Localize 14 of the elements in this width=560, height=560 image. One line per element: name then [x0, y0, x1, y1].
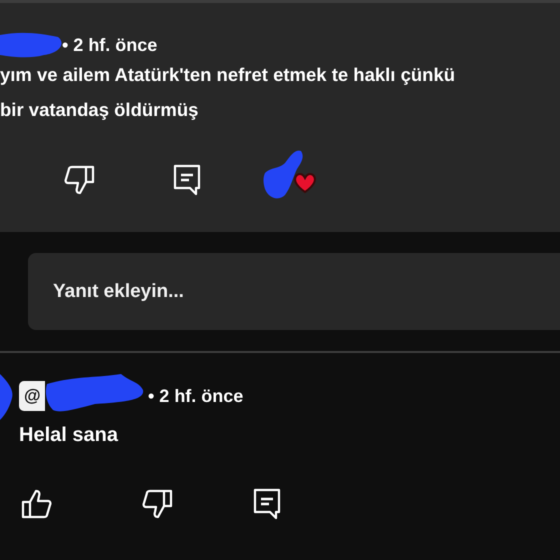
comment-text: Helal sana — [18, 423, 120, 448]
redaction-scribble — [263, 149, 303, 199]
mention-chip[interactable]: @ — [19, 381, 45, 411]
comment-time: • 2 hf. önce — [62, 34, 158, 56]
reply-input-field[interactable]: Yanıt ekleyin... — [28, 253, 560, 330]
reply-icon[interactable] — [173, 164, 201, 196]
comment-time: • 2 hf. önce — [148, 386, 244, 406]
redaction-scribble — [0, 374, 14, 420]
thumbs-down-icon[interactable] — [141, 489, 173, 519]
reply-icon[interactable] — [253, 488, 281, 520]
thumbs-up-icon[interactable] — [21, 489, 53, 519]
thumbs-down-icon[interactable] — [63, 165, 95, 195]
comment-text: bir vatandaş öldürmüş — [0, 98, 200, 122]
comment-text: yım ve ailem Atatürk'ten nefret etmek te haklı çünkü — [0, 63, 456, 87]
